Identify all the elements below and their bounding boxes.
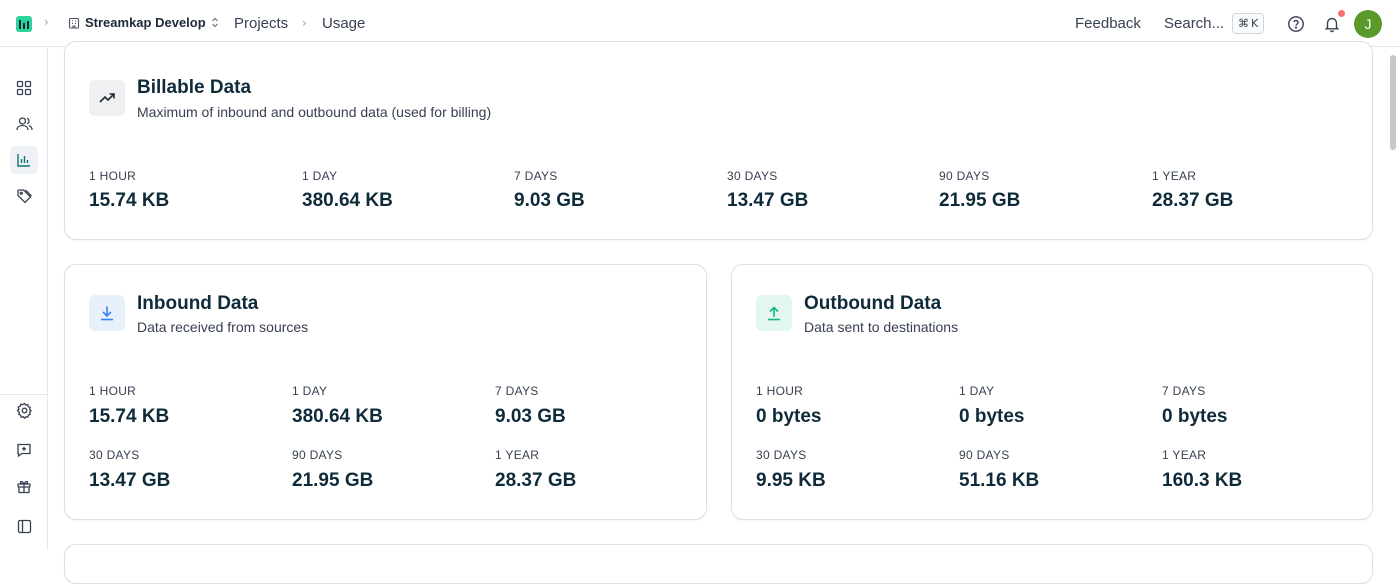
stat-label: 30 DAYS bbox=[756, 448, 807, 462]
stat-label: 90 DAYS bbox=[292, 448, 343, 462]
search-button[interactable]: Search... bbox=[1164, 15, 1224, 32]
stat-value: 28.37 GB bbox=[495, 470, 577, 491]
feedback-message-icon[interactable] bbox=[14, 440, 34, 460]
user-avatar[interactable]: J bbox=[1354, 10, 1382, 38]
workspace-switcher[interactable]: Streamkap Develop bbox=[68, 15, 219, 30]
notification-badge bbox=[1338, 10, 1345, 17]
stat-label: 7 DAYS bbox=[514, 169, 558, 183]
help-icon[interactable] bbox=[1286, 14, 1306, 34]
stat-label: 30 DAYS bbox=[727, 169, 778, 183]
users-icon[interactable] bbox=[14, 114, 34, 134]
streamkap-logo-icon[interactable] bbox=[16, 16, 32, 32]
stat-value: 0 bytes bbox=[1162, 406, 1228, 427]
top-bar: › Streamkap Develop Projects › Usage Fee… bbox=[0, 0, 1400, 47]
stat-label: 7 DAYS bbox=[495, 384, 539, 398]
building-icon bbox=[68, 17, 80, 29]
stat-label: 1 YEAR bbox=[1152, 169, 1197, 183]
sidebar-toggle-icon[interactable] bbox=[14, 516, 34, 536]
stat-value: 13.47 GB bbox=[89, 470, 171, 491]
stat-label: 30 DAYS bbox=[89, 448, 140, 462]
stat-label: 1 DAY bbox=[959, 384, 995, 398]
stat-value: 21.95 GB bbox=[939, 190, 1021, 211]
card-subtitle: Data received from sources bbox=[137, 319, 309, 335]
next-card bbox=[64, 544, 1373, 584]
sidebar bbox=[0, 47, 48, 550]
stat-label: 1 HOUR bbox=[89, 169, 137, 183]
stat-value: 9.03 GB bbox=[495, 406, 566, 427]
chevron-right-icon: › bbox=[44, 15, 49, 29]
stat-label: 90 DAYS bbox=[959, 448, 1010, 462]
dashboard-icon[interactable] bbox=[14, 78, 34, 98]
trending-up-icon bbox=[89, 80, 125, 116]
stat-value: 380.64 KB bbox=[302, 190, 393, 211]
stat-value: 9.95 KB bbox=[756, 470, 826, 491]
card-subtitle: Data sent to destinations bbox=[804, 319, 959, 335]
stat-value: 380.64 KB bbox=[292, 406, 383, 427]
stat-label: 1 YEAR bbox=[495, 448, 540, 462]
upload-arrow-icon bbox=[756, 295, 792, 331]
stat-value: 160.3 KB bbox=[1162, 470, 1243, 491]
feedback-button[interactable]: Feedback bbox=[1075, 15, 1141, 32]
stat-value: 13.47 GB bbox=[727, 190, 809, 211]
card-subtitle: Maximum of inbound and outbound data (us… bbox=[137, 104, 492, 120]
chevron-right-icon: › bbox=[302, 16, 307, 30]
billable-data-card: Billable Data Maximum of inbound and out… bbox=[64, 41, 1373, 240]
stat-label: 1 DAY bbox=[302, 169, 338, 183]
usage-chart-icon[interactable] bbox=[10, 146, 38, 174]
stat-label: 1 HOUR bbox=[756, 384, 804, 398]
stat-label: 1 DAY bbox=[292, 384, 328, 398]
stat-value: 51.16 KB bbox=[959, 470, 1040, 491]
card-title: Billable Data bbox=[137, 77, 252, 98]
breadcrumb-projects[interactable]: Projects bbox=[234, 15, 288, 32]
notifications-bell-icon[interactable] bbox=[1322, 14, 1342, 34]
chevron-up-down-icon bbox=[211, 17, 218, 28]
stat-value: 15.74 KB bbox=[89, 190, 170, 211]
inbound-data-card: Inbound Data Data received from sources … bbox=[64, 264, 707, 520]
stat-label: 1 YEAR bbox=[1162, 448, 1207, 462]
settings-gear-icon[interactable] bbox=[14, 400, 34, 420]
download-arrow-icon bbox=[89, 295, 125, 331]
stat-value: 15.74 KB bbox=[89, 406, 170, 427]
search-shortcut: ⌘ K bbox=[1232, 13, 1265, 34]
stat-value: 0 bytes bbox=[959, 406, 1025, 427]
stat-label: 1 HOUR bbox=[89, 384, 137, 398]
card-title: Inbound Data bbox=[137, 293, 259, 314]
stat-label: 90 DAYS bbox=[939, 169, 990, 183]
stat-value: 0 bytes bbox=[756, 406, 822, 427]
stat-value: 21.95 GB bbox=[292, 470, 374, 491]
stat-value: 9.03 GB bbox=[514, 190, 585, 211]
gift-icon[interactable] bbox=[14, 476, 34, 496]
stat-label: 7 DAYS bbox=[1162, 384, 1206, 398]
breadcrumb-usage: Usage bbox=[322, 15, 366, 32]
scrollbar-thumb[interactable] bbox=[1390, 55, 1396, 150]
stat-value: 28.37 GB bbox=[1152, 190, 1234, 211]
workspace-name: Streamkap Develop bbox=[85, 15, 206, 30]
card-title: Outbound Data bbox=[804, 293, 942, 314]
outbound-data-card: Outbound Data Data sent to destinations … bbox=[731, 264, 1373, 520]
sidebar-divider bbox=[0, 394, 47, 395]
tags-icon[interactable] bbox=[14, 186, 34, 206]
